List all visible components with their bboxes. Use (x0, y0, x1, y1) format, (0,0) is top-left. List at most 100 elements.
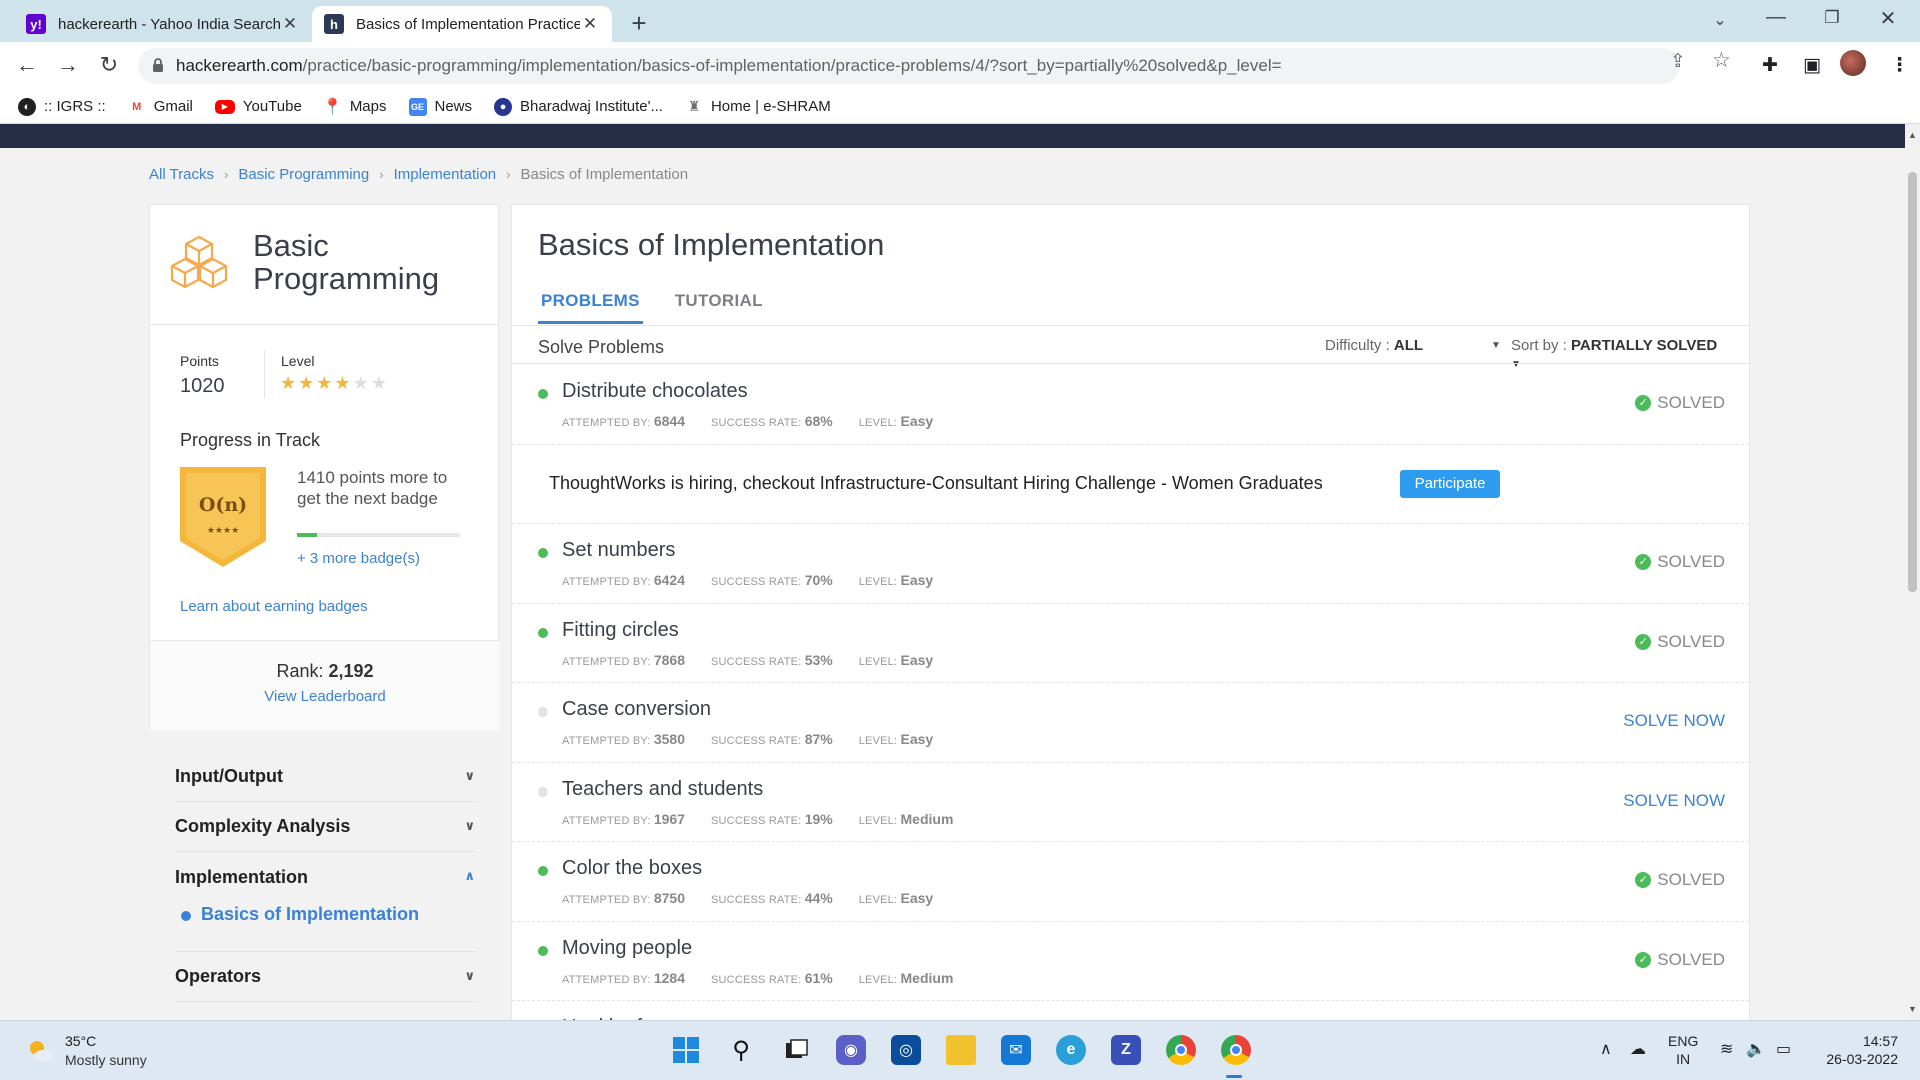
azure-app-icon[interactable]: Z (1111, 1035, 1141, 1065)
problem-name[interactable]: Set numbers (562, 539, 675, 562)
close-window-icon[interactable]: ✕ (1868, 6, 1908, 31)
menu-kebab-icon[interactable]: ⋮ (1890, 54, 1909, 77)
menu-item-complexity-analysis[interactable]: Complexity Analysis ∨ (175, 802, 475, 852)
bookmark-gmail[interactable]: M Gmail (127, 97, 193, 116)
problem-meta: ATTEMPTED BY: 6424 SUCCESS RATE: 70% LEVEL… (562, 572, 959, 588)
filter-bar: Solve Problems Difficulty : ALL ▼ Sort b… (538, 335, 1724, 370)
start-icon[interactable] (671, 1035, 701, 1065)
teams-chat-icon[interactable]: ◉ (836, 1035, 866, 1065)
more-badges-link[interactable]: + 3 more badge(s) (297, 550, 420, 567)
bookmark-star-icon[interactable]: ☆ (1712, 48, 1731, 73)
scroll-up-icon[interactable]: ▲ (1908, 130, 1917, 140)
new-tab-button[interactable]: + (624, 8, 654, 39)
menu-item-input-output[interactable]: Input/Output ∨ (175, 752, 475, 802)
breadcrumb-implementation[interactable]: Implementation (394, 166, 497, 183)
battery-icon[interactable]: ▭ (1776, 1039, 1791, 1059)
forward-icon[interactable]: → (53, 52, 83, 78)
solve-now-button[interactable]: SOLVE NOW (1623, 711, 1725, 731)
problem-name[interactable]: Distribute chocolates (562, 380, 748, 403)
problem-row[interactable]: Distribute chocolates ATTEMPTED BY: 6844 S… (512, 365, 1749, 445)
bookmark-eshram[interactable]: ♜ Home | e-SHRAM (684, 97, 831, 116)
minimize-icon[interactable]: — (1756, 6, 1796, 29)
browser-tab-hackerearth[interactable]: h Basics of Implementation Practice ✕ (312, 6, 612, 42)
problem-row[interactable]: Case conversion ATTEMPTED BY: 3580 SUCCESS… (512, 683, 1749, 763)
problem-row[interactable]: Fitting circles ATTEMPTED BY: 7868 SUCCESS… (512, 604, 1749, 683)
level-stars: ★★★★★★ (280, 373, 389, 394)
difficulty-level-value: Medium (900, 969, 954, 986)
problem-name[interactable]: Moving people (562, 937, 692, 960)
participate-button[interactable]: Participate (1400, 469, 1500, 498)
problem-meta: ATTEMPTED BY: 8750 SUCCESS RATE: 44% LEVEL… (562, 890, 959, 906)
breadcrumb-basic-programming[interactable]: Basic Programming (238, 166, 369, 183)
caret-down-icon[interactable]: ▼ (1491, 340, 1501, 351)
scrollbar-thumb[interactable] (1908, 172, 1917, 592)
success-rate: SUCCESS RATE: 53% (711, 652, 833, 668)
close-tab-icon[interactable]: ✕ (280, 14, 300, 34)
profile-avatar[interactable] (1840, 50, 1866, 76)
attempted-by-value: 8750 (653, 890, 685, 906)
success-rate: SUCCESS RATE: 19% (711, 811, 833, 827)
solved-status: ✓ SOLVED (1635, 632, 1725, 652)
bookmark-maps[interactable]: 📍 Maps (323, 97, 387, 116)
back-icon[interactable]: ← (12, 52, 42, 78)
restore-icon[interactable]: ❐ (1812, 8, 1852, 28)
share-icon[interactable]: ⇪ (1670, 50, 1686, 73)
problem-name[interactable]: Case conversion (562, 698, 711, 721)
active-app-indicator (1226, 1075, 1242, 1078)
reload-icon[interactable]: ↻ (94, 52, 124, 78)
volume-icon[interactable]: 🔈 (1746, 1039, 1766, 1059)
problem-name[interactable]: Teachers and students (562, 778, 763, 801)
check-icon: ✓ (1635, 872, 1652, 888)
task-view-icon[interactable] (781, 1035, 811, 1065)
site-header-strip (0, 124, 1905, 148)
tab-tutorial[interactable]: TUTORIAL (672, 291, 766, 324)
address-bar[interactable]: hackerearth.com/practice/basic-programmi… (138, 48, 1680, 84)
mail-icon[interactable]: ✉ (1001, 1035, 1031, 1065)
view-leaderboard-link[interactable]: View Leaderboard (150, 688, 500, 705)
problem-row[interactable]: Set numbers ATTEMPTED BY: 6424 SUCCESS RAT… (512, 524, 1749, 604)
edge-icon[interactable]: e (1056, 1035, 1086, 1065)
breadcrumb-all-tracks[interactable]: All Tracks (149, 166, 214, 183)
problem-row[interactable]: Moving people ATTEMPTED BY: 1284 SUCCESS R… (512, 922, 1749, 1001)
side-panel-icon[interactable]: ▣ (1803, 54, 1821, 77)
problem-row[interactable]: Color the boxes ATTEMPTED BY: 8750 SUCCESS… (512, 842, 1749, 922)
file-explorer-icon[interactable] (946, 1035, 976, 1065)
bookmark-igrs[interactable]: ◐:: IGRS :: (18, 97, 106, 116)
attempted-by: ATTEMPTED BY: 1967 (562, 811, 685, 827)
attempted-by: ATTEMPTED BY: 6844 (562, 413, 685, 429)
wifi-icon[interactable]: ≋ (1720, 1039, 1733, 1059)
problem-row[interactable]: Health of ... (512, 1001, 1749, 1020)
learn-badges-link[interactable]: Learn about earning badges (180, 598, 368, 615)
bookmark-bharadwaj[interactable]: ● Bharadwaj Institute'... (494, 97, 663, 116)
tab-search-icon[interactable]: ⌄ (1700, 10, 1740, 30)
difficulty-dropdown[interactable]: Difficulty : ALL (1325, 337, 1423, 354)
problem-name[interactable]: Fitting circles (562, 619, 679, 642)
success-rate-value: 87% (804, 731, 833, 747)
problem-name[interactable]: Color the boxes (562, 857, 702, 880)
chrome-icon[interactable] (1166, 1035, 1196, 1065)
difficulty-level: LEVEL: Medium (859, 970, 954, 986)
solve-now-button[interactable]: SOLVE NOW (1623, 791, 1725, 811)
bookmark-youtube[interactable]: ▶ YouTube (214, 98, 302, 115)
attempted-by-label: ATTEMPTED BY: (562, 576, 651, 588)
chevron-up-icon[interactable]: ∧ (1600, 1039, 1612, 1059)
bookmark-label: Bharadwaj Institute'... (520, 98, 663, 115)
dell-icon[interactable]: ◎ (891, 1035, 921, 1065)
submenu-item-basics-of-implementation[interactable]: Basics of Implementation (175, 902, 475, 952)
bookmark-news[interactable]: GE News (408, 97, 472, 116)
onedrive-icon[interactable]: ☁ (1630, 1039, 1646, 1059)
menu-item-implementation[interactable]: Implementation ∧ (175, 852, 475, 902)
close-tab-icon[interactable]: ✕ (580, 14, 600, 34)
problem-meta: ATTEMPTED BY: 1284 SUCCESS RATE: 61% LEVEL… (562, 970, 979, 986)
extensions-icon[interactable]: ✚ (1762, 54, 1778, 77)
language-indicator[interactable]: ENG IN (1668, 1032, 1698, 1068)
tab-problems[interactable]: PROBLEMS (538, 291, 643, 324)
menu-item-operators[interactable]: Operators ∨ (175, 952, 475, 1002)
problem-row[interactable]: Teachers and students ATTEMPTED BY: 1967 S… (512, 763, 1749, 842)
clock[interactable]: 14:57 26-03-2022 (1818, 1032, 1898, 1068)
browser-tab-yahoo[interactable]: y! hackerearth - Yahoo India Search ✕ (14, 6, 312, 42)
chrome-active-icon[interactable] (1221, 1035, 1251, 1065)
scroll-down-icon[interactable]: ▼ (1908, 1004, 1917, 1014)
search-icon[interactable]: ⚲ (726, 1035, 756, 1065)
page-scrollbar[interactable]: ▲ ▼ (1905, 124, 1920, 1020)
